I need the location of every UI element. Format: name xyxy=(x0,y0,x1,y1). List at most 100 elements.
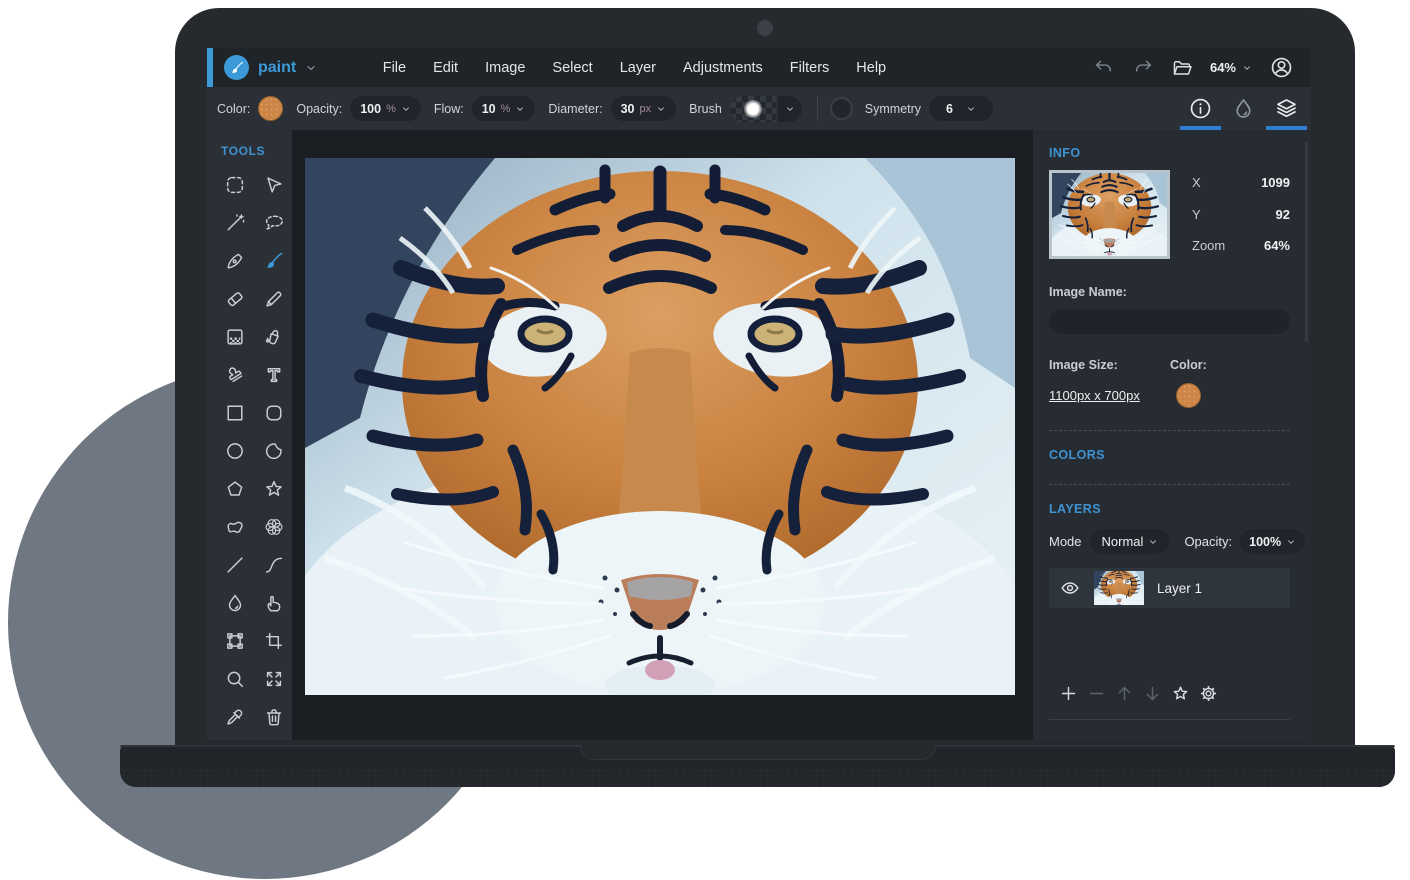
text-icon xyxy=(263,364,285,386)
zoom-icon xyxy=(224,668,246,690)
tool-freeform[interactable] xyxy=(215,508,254,546)
tool-polygon[interactable] xyxy=(215,470,254,508)
transform-icon xyxy=(224,630,246,652)
image-name-input[interactable] xyxy=(1049,309,1290,334)
menu-item-select[interactable]: Select xyxy=(539,60,606,76)
image-name-label: Image Name: xyxy=(1049,285,1290,299)
plus-button[interactable] xyxy=(1059,684,1078,703)
blend-mode-dropdown[interactable]: Normal xyxy=(1090,529,1171,554)
tool-line[interactable] xyxy=(215,546,254,584)
app-logo[interactable]: paint xyxy=(224,55,317,80)
star-icon xyxy=(263,478,285,500)
account-button[interactable] xyxy=(1269,55,1294,80)
image-size-link[interactable]: 1100px x 700px xyxy=(1049,388,1140,403)
tool-zoom[interactable] xyxy=(215,660,254,698)
tool-eraser[interactable] xyxy=(215,280,254,318)
menu-item-layer[interactable]: Layer xyxy=(606,60,669,76)
undo-button[interactable] xyxy=(1093,57,1115,79)
tool-trash[interactable] xyxy=(254,698,293,736)
rectangle-icon xyxy=(224,402,246,424)
info-stats: X1099Y92Zoom64% xyxy=(1192,170,1290,259)
arrow-down-icon xyxy=(1143,684,1162,703)
pencil-icon xyxy=(263,288,285,310)
canvas-artwork[interactable] xyxy=(305,158,1015,695)
panel-scrollbar[interactable] xyxy=(1305,142,1308,342)
diameter-dropdown[interactable]: 30 px xyxy=(611,96,677,121)
panel-color-swatch[interactable] xyxy=(1176,383,1201,408)
water-drop-icon xyxy=(1231,96,1256,121)
info-panel-toggle[interactable] xyxy=(1179,87,1222,130)
tool-brush[interactable] xyxy=(254,242,293,280)
menu-item-help[interactable]: Help xyxy=(843,60,900,76)
water-drop-panel-toggle[interactable] xyxy=(1222,87,1265,130)
tool-smudge[interactable] xyxy=(254,584,293,622)
toolbar-divider xyxy=(817,96,818,122)
menu-item-image[interactable]: Image xyxy=(472,60,539,76)
layers-title[interactable]: LAYERS xyxy=(1049,502,1290,516)
star-button[interactable] xyxy=(1171,684,1190,703)
tool-crop[interactable] xyxy=(254,622,293,660)
color-group: Color: xyxy=(217,96,283,121)
tool-ellipse[interactable] xyxy=(215,432,254,470)
app-name: paint xyxy=(258,59,296,77)
layers-controls: Mode Normal Opacity: 100% xyxy=(1049,529,1290,554)
tool-transform[interactable] xyxy=(215,622,254,660)
arrow-up-button xyxy=(1115,684,1134,703)
opacity-dropdown[interactable]: 100 % xyxy=(350,96,421,121)
tool-arc[interactable] xyxy=(254,432,293,470)
diameter-group: Diameter: 30 px xyxy=(548,96,676,121)
tool-water-drop[interactable] xyxy=(215,584,254,622)
layers-icon xyxy=(1274,96,1299,121)
layer-thumbnail xyxy=(1094,571,1144,605)
tool-pattern-fill[interactable] xyxy=(215,318,254,356)
chevron-down-icon[interactable] xyxy=(778,96,802,122)
menu-item-file[interactable]: File xyxy=(369,60,419,76)
menu-item-filters[interactable]: Filters xyxy=(776,60,842,76)
layer-row[interactable]: Layer 1 xyxy=(1049,568,1290,608)
minus-button xyxy=(1087,684,1106,703)
tool-stamp[interactable] xyxy=(215,356,254,394)
tool-paint-bucket[interactable] xyxy=(254,318,293,356)
tool-pencil[interactable] xyxy=(254,280,293,318)
visibility-eye-icon[interactable] xyxy=(1059,577,1081,599)
color-swatch[interactable] xyxy=(258,96,283,121)
tool-eyedropper[interactable] xyxy=(215,698,254,736)
ellipse-icon xyxy=(224,440,246,462)
brush-label: Brush xyxy=(689,102,722,116)
tool-rectangle[interactable] xyxy=(215,394,254,432)
layer-opacity-dropdown[interactable]: 100% xyxy=(1240,529,1305,554)
color-label: Color: xyxy=(217,102,250,116)
move-icon xyxy=(263,174,285,196)
options-toolbar: Color: Opacity: 100 % Flow: 10 % xyxy=(207,87,1310,130)
tool-rounded-rectangle[interactable] xyxy=(254,394,293,432)
tool-lasso[interactable] xyxy=(254,204,293,242)
brush-picker[interactable] xyxy=(730,96,802,122)
image-size-label: Image Size: xyxy=(1049,358,1170,372)
tool-curve[interactable] xyxy=(254,546,293,584)
tool-pen[interactable] xyxy=(215,242,254,280)
tool-magic-wand[interactable] xyxy=(215,204,254,242)
redo-button[interactable] xyxy=(1132,57,1154,79)
menu-item-edit[interactable]: Edit xyxy=(420,60,472,76)
layer-opacity-label: Opacity: xyxy=(1184,534,1232,549)
zoom-dropdown[interactable]: 64% xyxy=(1210,60,1252,75)
panel-color-label: Color: xyxy=(1170,358,1207,372)
brush-group: Brush xyxy=(689,96,802,122)
tool-text[interactable] xyxy=(254,356,293,394)
open-folder-button[interactable] xyxy=(1171,57,1193,79)
symmetry-dropdown[interactable]: 6 xyxy=(929,96,993,121)
tool-flower[interactable] xyxy=(254,508,293,546)
colors-title[interactable]: COLORS xyxy=(1049,448,1290,462)
symmetry-toggle[interactable] xyxy=(830,97,853,120)
menu-bar-right: 64% xyxy=(1093,55,1310,80)
menu-item-adjustments[interactable]: Adjustments xyxy=(670,60,777,76)
tool-star[interactable] xyxy=(254,470,293,508)
flow-dropdown[interactable]: 10 % xyxy=(472,96,536,121)
tool-move[interactable] xyxy=(254,166,293,204)
tool-fit-screen[interactable] xyxy=(254,660,293,698)
layers-panel-toggle[interactable] xyxy=(1265,87,1308,130)
symmetry-label: Symmetry xyxy=(865,102,921,116)
gear-button[interactable] xyxy=(1199,684,1218,703)
tool-marquee-select[interactable] xyxy=(215,166,254,204)
canvas-area[interactable] xyxy=(292,130,1033,740)
